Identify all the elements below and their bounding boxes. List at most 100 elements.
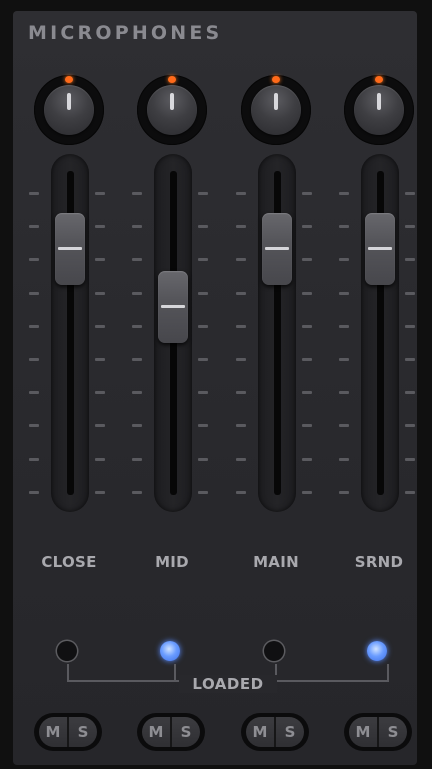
fader-tick bbox=[29, 457, 39, 461]
loaded-label: LOADED bbox=[179, 675, 277, 693]
mute-button-close[interactable]: M bbox=[39, 717, 67, 747]
fader-tick bbox=[29, 225, 39, 229]
knob-pointer-icon bbox=[377, 93, 381, 110]
fader-tick bbox=[236, 490, 246, 494]
channel-label-main: MAIN bbox=[253, 553, 299, 571]
knob-pointer-icon bbox=[170, 93, 174, 110]
fader-tick bbox=[29, 324, 39, 328]
knob-pointer-icon bbox=[274, 93, 278, 110]
fader-tick bbox=[339, 324, 349, 328]
fader-handle-mid[interactable] bbox=[158, 271, 188, 344]
fader-tick bbox=[236, 258, 246, 262]
knob-indicator-icon bbox=[272, 76, 280, 83]
loaded-led-mid bbox=[160, 641, 180, 661]
fader-tick bbox=[95, 192, 105, 195]
loaded-bracket-right bbox=[275, 664, 389, 682]
fader-tick bbox=[339, 391, 349, 395]
fader-tick bbox=[198, 457, 208, 461]
fader-tick bbox=[405, 225, 415, 229]
fader-tick bbox=[132, 358, 142, 361]
mute-button-mid[interactable]: M bbox=[142, 717, 170, 747]
knob-close[interactable] bbox=[34, 75, 104, 145]
fader-tick bbox=[198, 358, 208, 361]
knob-indicator-icon bbox=[168, 76, 176, 83]
mute-button-main[interactable]: M bbox=[246, 717, 274, 747]
solo-button-srnd[interactable]: S bbox=[379, 717, 407, 747]
fader-tick bbox=[132, 391, 142, 395]
fader-tick bbox=[95, 457, 105, 461]
fader-tick bbox=[302, 324, 312, 328]
fader-tick bbox=[29, 358, 39, 361]
solo-button-close[interactable]: S bbox=[69, 717, 97, 747]
knob-srnd[interactable] bbox=[344, 75, 414, 145]
knob-cap bbox=[44, 85, 94, 135]
fader-tick bbox=[302, 457, 312, 461]
fader-handle-line bbox=[161, 305, 185, 309]
mute-solo-main: M S bbox=[241, 713, 309, 751]
solo-button-mid[interactable]: S bbox=[172, 717, 200, 747]
fader-tick bbox=[236, 192, 246, 195]
fader-tick bbox=[302, 358, 312, 361]
channel-label-mid: MID bbox=[155, 553, 189, 571]
knob-indicator-icon bbox=[375, 76, 383, 83]
mute-solo-mid: M S bbox=[137, 713, 205, 751]
fader-tick bbox=[339, 490, 349, 494]
fader-tick bbox=[405, 358, 415, 361]
fader-tick bbox=[302, 291, 312, 295]
fader-tick bbox=[302, 225, 312, 229]
fader-tick bbox=[95, 490, 105, 494]
fader-tick bbox=[198, 424, 208, 428]
fader-tick bbox=[405, 192, 415, 195]
fader-handle-line bbox=[368, 246, 392, 250]
fader-tick bbox=[198, 192, 208, 195]
solo-button-main[interactable]: S bbox=[276, 717, 304, 747]
fader-tick bbox=[132, 324, 142, 328]
fader-tick bbox=[339, 358, 349, 361]
mute-solo-close: M S bbox=[34, 713, 102, 751]
fader-handle-main[interactable] bbox=[262, 212, 292, 285]
channel-srnd: SRND M S bbox=[323, 11, 417, 765]
fader-handle-close[interactable] bbox=[55, 212, 85, 285]
loaded-led-close bbox=[57, 641, 77, 661]
fader-tick bbox=[405, 391, 415, 395]
fader-tick bbox=[95, 291, 105, 295]
channel-label-close: CLOSE bbox=[41, 553, 97, 571]
mute-button-srnd[interactable]: M bbox=[349, 717, 377, 747]
fader-handle-srnd[interactable] bbox=[365, 212, 395, 285]
fader-tick bbox=[132, 424, 142, 428]
fader-tick bbox=[198, 225, 208, 229]
loaded-led-srnd bbox=[367, 641, 387, 661]
fader-tick bbox=[132, 225, 142, 229]
fader-tick bbox=[339, 258, 349, 262]
channel-mid: MID M S bbox=[116, 11, 220, 765]
fader-tick bbox=[198, 291, 208, 295]
fader-tick bbox=[236, 324, 246, 328]
fader-tick bbox=[29, 291, 39, 295]
fader-tick bbox=[339, 192, 349, 195]
fader-tick bbox=[29, 192, 39, 195]
fader-tick bbox=[198, 391, 208, 395]
fader-tick bbox=[405, 424, 415, 428]
fader-tick bbox=[132, 490, 142, 494]
fader-tick bbox=[236, 225, 246, 229]
knob-cap bbox=[251, 85, 301, 135]
channel-label-srnd: SRND bbox=[354, 553, 404, 571]
fader-tick bbox=[405, 258, 415, 262]
fader-tick bbox=[302, 192, 312, 195]
fader-tick bbox=[405, 324, 415, 328]
fader-tick bbox=[302, 490, 312, 494]
fader-tick bbox=[95, 391, 105, 395]
knob-main[interactable] bbox=[241, 75, 311, 145]
fader-tick bbox=[95, 424, 105, 428]
fader-tick bbox=[29, 424, 39, 428]
fader-tick bbox=[29, 258, 39, 262]
fader-tick bbox=[29, 391, 39, 395]
fader-tick bbox=[95, 258, 105, 262]
fader-tick bbox=[236, 358, 246, 361]
loaded-bracket-left bbox=[67, 664, 176, 682]
fader-tick bbox=[236, 457, 246, 461]
knob-indicator-icon bbox=[65, 76, 73, 83]
fader-tick bbox=[95, 358, 105, 361]
knob-mid[interactable] bbox=[137, 75, 207, 145]
fader-tick bbox=[405, 291, 415, 295]
